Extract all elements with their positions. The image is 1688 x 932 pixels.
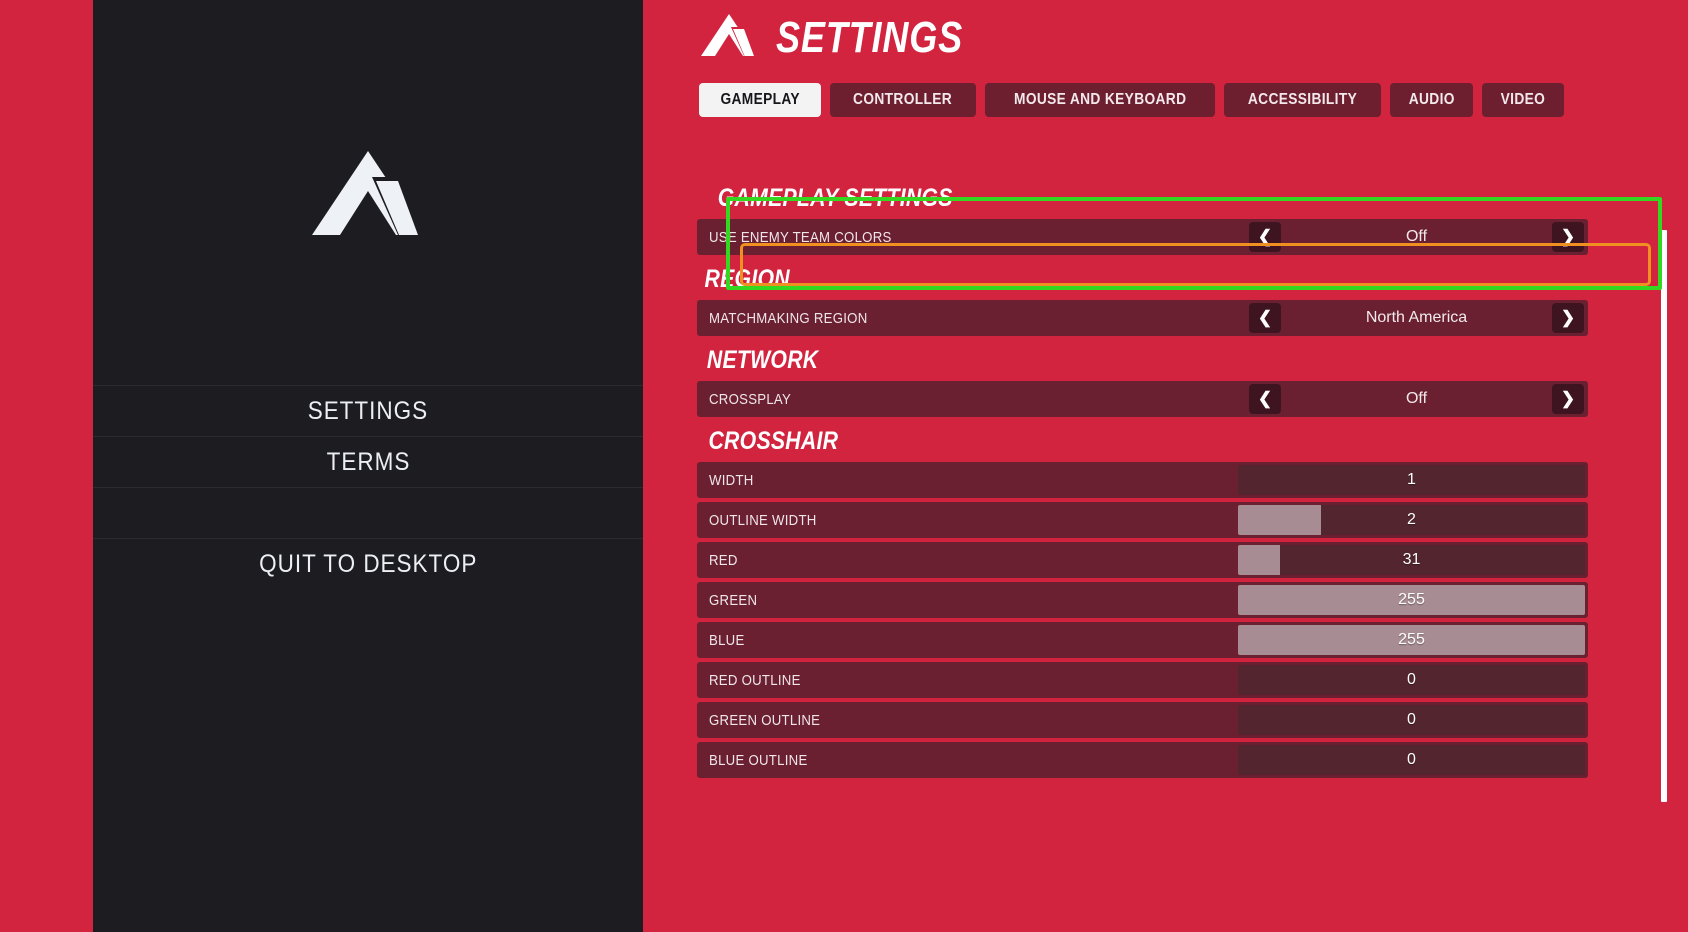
chevron-right-icon[interactable]: ❯ — [1552, 222, 1584, 252]
setting-row-use-enemy-team-colors[interactable]: USE ENEMY TEAM COLORS ❮ Off ❯ — [697, 219, 1588, 255]
settings-list: GAMEPLAY SETTINGS USE ENEMY TEAM COLORS … — [643, 178, 1688, 932]
page-header: SETTINGS — [698, 12, 1004, 63]
setting-value: 1 — [1407, 471, 1416, 488]
tab-video[interactable]: VIDEO — [1482, 83, 1565, 117]
setting-row-crossplay[interactable]: CROSSPLAY ❮ Off ❯ — [697, 381, 1588, 417]
tab-label: MOUSE AND KEYBOARD — [1013, 91, 1186, 108]
sidebar: SETTINGS TERMS QUIT TO DESKTOP — [93, 0, 643, 932]
chevron-left-icon[interactable]: ❮ — [1249, 384, 1281, 414]
setting-row-blue-outline[interactable]: BLUE OUTLINE 0 — [697, 742, 1588, 778]
setting-row-outline-width[interactable]: OUTLINE WIDTH 2 — [697, 502, 1588, 538]
tab-label: AUDIO — [1408, 91, 1455, 108]
setting-row-matchmaking-region[interactable]: MATCHMAKING REGION ❮ North America ❯ — [697, 300, 1588, 336]
settings-main-panel: SETTINGS GAMEPLAY CONTROLLER MOUSE AND K… — [643, 0, 1688, 932]
setting-row-width[interactable]: WIDTH 1 — [697, 462, 1588, 498]
setting-label: USE ENEMY TEAM COLORS — [709, 228, 892, 246]
setting-label: BLUE — [709, 631, 745, 649]
stepper-control: ❮ Off ❯ — [1245, 381, 1588, 417]
sidebar-logo — [93, 0, 643, 385]
sidebar-item-quit-to-desktop[interactable]: QUIT TO DESKTOP — [93, 538, 643, 589]
setting-row-green[interactable]: GREEN 255 — [697, 582, 1588, 618]
setting-value: 2 — [1407, 511, 1416, 528]
stepper-control: ❮ North America ❯ — [1245, 300, 1588, 336]
sidebar-item-label: SETTINGS — [307, 396, 429, 425]
setting-value: 0 — [1407, 751, 1416, 768]
setting-label: RED OUTLINE — [709, 671, 801, 689]
chevron-left-icon[interactable]: ❮ — [1249, 222, 1281, 252]
apex-chevron-logo-icon — [306, 147, 430, 239]
settings-screen: SETTINGS TERMS QUIT TO DESKTOP SETTINGS … — [0, 0, 1688, 932]
setting-value: North America — [1365, 309, 1468, 326]
setting-value: 0 — [1407, 671, 1416, 688]
tab-label: VIDEO — [1501, 91, 1546, 108]
setting-label: WIDTH — [709, 471, 754, 489]
tab-accessibility[interactable]: ACCESSIBILITY — [1223, 83, 1381, 117]
settings-tabs: GAMEPLAY CONTROLLER MOUSE AND KEYBOARD A… — [699, 83, 1565, 117]
setting-value: Off — [1405, 390, 1428, 407]
setting-row-green-outline[interactable]: GREEN OUTLINE 0 — [697, 702, 1588, 738]
apex-chevron-logo-icon — [698, 12, 760, 63]
chevron-right-icon[interactable]: ❯ — [1552, 384, 1584, 414]
setting-row-blue[interactable]: BLUE 255 — [697, 622, 1588, 658]
chevron-left-icon[interactable]: ❮ — [1249, 303, 1281, 333]
tab-audio[interactable]: AUDIO — [1389, 83, 1474, 117]
setting-label: BLUE OUTLINE — [709, 751, 808, 769]
tab-controller[interactable]: CONTROLLER — [830, 83, 976, 117]
setting-label: GREEN OUTLINE — [709, 711, 821, 729]
group-title-network: NETWORK — [706, 346, 819, 374]
setting-value: 0 — [1407, 711, 1416, 728]
scrollbar[interactable] — [1661, 230, 1667, 802]
setting-value: 255 — [1398, 631, 1425, 648]
setting-label: OUTLINE WIDTH — [709, 511, 817, 529]
setting-value: Off — [1405, 228, 1428, 245]
tab-label: ACCESSIBILITY — [1247, 91, 1358, 108]
setting-row-red-outline[interactable]: RED OUTLINE 0 — [697, 662, 1588, 698]
setting-value: 31 — [1402, 551, 1421, 568]
page-title: SETTINGS — [776, 12, 963, 62]
setting-label: CROSSPLAY — [709, 390, 792, 408]
setting-label: RED — [709, 551, 738, 569]
sidebar-item-label: TERMS — [326, 447, 410, 476]
tab-label: CONTROLLER — [853, 91, 953, 108]
stepper-control: ❮ Off ❯ — [1245, 219, 1588, 255]
tab-mouse-and-keyboard[interactable]: MOUSE AND KEYBOARD — [984, 83, 1215, 117]
setting-label: GREEN — [709, 591, 758, 609]
sidebar-item-settings[interactable]: SETTINGS — [93, 385, 643, 436]
sidebar-item-terms[interactable]: TERMS — [93, 436, 643, 487]
scrollbar-thumb[interactable] — [1661, 230, 1667, 802]
chevron-right-icon[interactable]: ❯ — [1552, 303, 1584, 333]
sidebar-item-label: QUIT TO DESKTOP — [258, 549, 478, 578]
tab-label: GAMEPLAY — [720, 91, 800, 108]
group-title-crosshair: CROSSHAIR — [708, 427, 839, 455]
group-title-region: REGION — [704, 265, 790, 293]
setting-value: 255 — [1398, 591, 1425, 608]
group-title-gameplay-settings: GAMEPLAY SETTINGS — [717, 184, 953, 212]
sidebar-item-blank — [93, 487, 643, 538]
setting-label: MATCHMAKING REGION — [709, 309, 868, 327]
tab-gameplay[interactable]: GAMEPLAY — [699, 83, 822, 117]
setting-row-red[interactable]: RED 31 — [697, 542, 1588, 578]
